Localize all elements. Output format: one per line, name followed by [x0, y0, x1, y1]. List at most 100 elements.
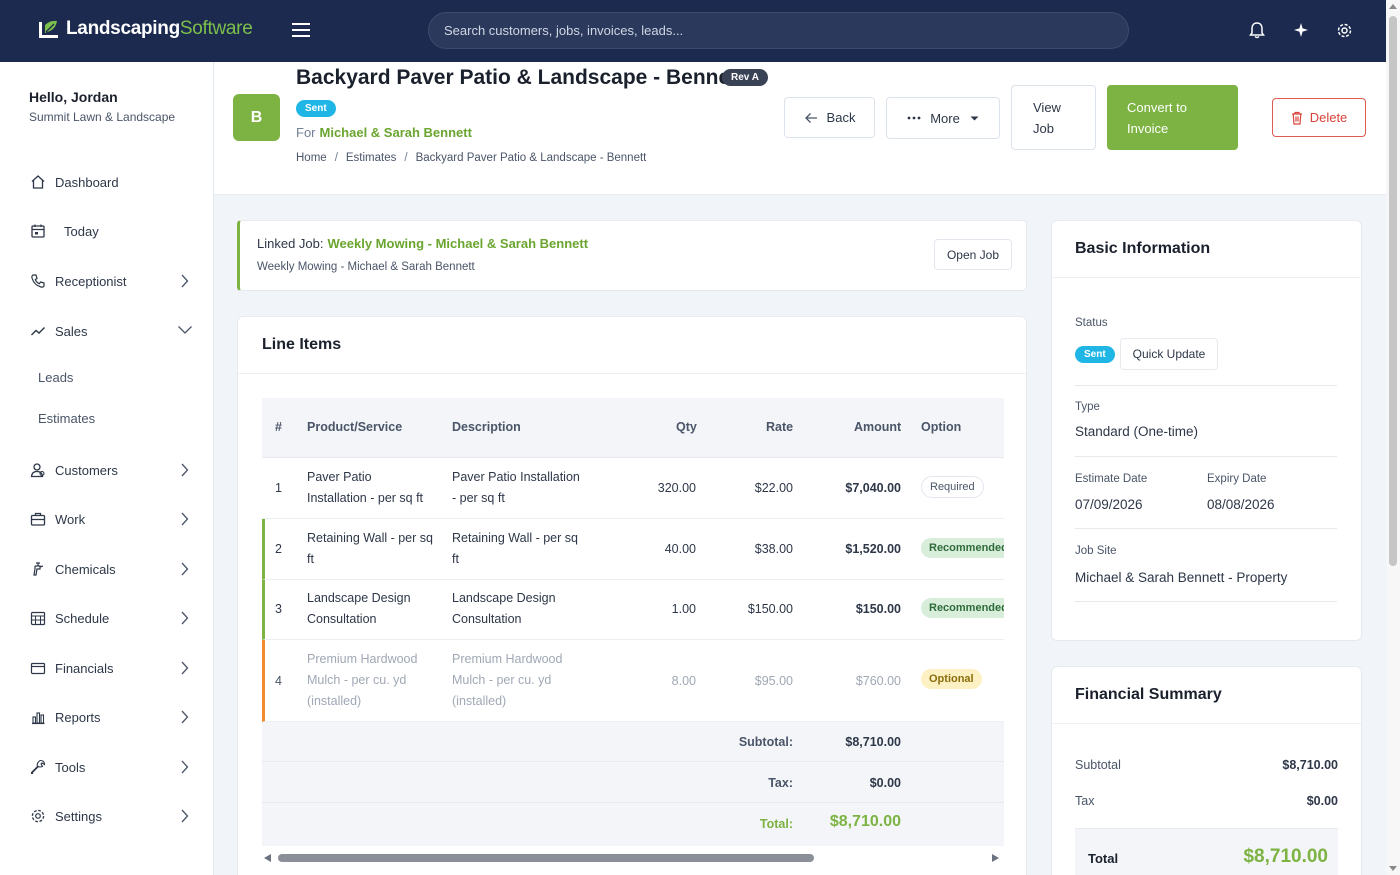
sidebar-item-settings[interactable]: Settings [29, 807, 189, 825]
chevron-right-icon[interactable] [180, 661, 189, 675]
chevron-right-icon[interactable] [180, 710, 189, 724]
more-button[interactable]: More [886, 97, 1000, 139]
row-product: Landscape Design Consultation [307, 588, 411, 630]
description-line: Mulch - per cu. yd [452, 673, 552, 687]
sidebar-item-label: Receptionist [55, 273, 127, 289]
job-site-value[interactable]: Michael & Sarah Bennett - Property [1075, 570, 1287, 585]
sidebar-item-work[interactable]: Work [29, 510, 189, 528]
sidebar-item-dashboard[interactable]: Dashboard [29, 173, 189, 191]
linked-job-link[interactable]: Weekly Mowing - Michael & Sarah Bennett [328, 236, 589, 251]
sidebar-item-schedule[interactable]: Schedule [29, 609, 189, 627]
chevron-down-icon[interactable] [177, 325, 193, 335]
col-rate[interactable]: Rate [766, 420, 793, 434]
row-rate: $95.00 [754, 674, 793, 688]
divider [1075, 385, 1337, 386]
fs-total-label: Total [1088, 851, 1119, 866]
description-line: Paver Patio Installation [452, 470, 580, 484]
option-badge: Recommended [921, 538, 1004, 558]
total-row: Total: $8,710.00 [262, 803, 1004, 846]
chevron-right-icon[interactable] [180, 274, 189, 288]
estimate-date-label: Estimate Date [1075, 473, 1148, 485]
col-product[interactable]: Product/Service [307, 420, 402, 434]
global-search-input[interactable]: Search customers, jobs, invoices, leads.… [428, 12, 1129, 49]
table-header: # Product/Service Description Qty Rate A… [262, 398, 1004, 458]
breadcrumb-home[interactable]: Home [296, 152, 327, 164]
table-row[interactable]: 4 Premium Hardwood Mulch - per cu. yd (i… [262, 640, 1004, 722]
chevron-right-icon[interactable] [180, 512, 189, 526]
sidebar-item-label: Sales [55, 323, 88, 339]
sidebar-item-reports[interactable]: Reports [29, 708, 189, 726]
description-line: Landscape Design [452, 591, 556, 605]
calendar-icon [29, 222, 47, 240]
description-line: ft [452, 552, 459, 566]
total-label: Total: [759, 817, 793, 831]
convert-label-1: Convert to [1127, 99, 1187, 115]
convert-to-invoice-button[interactable]: Convert to Invoice [1107, 85, 1238, 150]
sidebar-item-today[interactable]: Today [29, 222, 189, 240]
trend-icon [29, 322, 47, 340]
quick-update-button[interactable]: Quick Update [1120, 338, 1218, 370]
col-amount[interactable]: Amount [854, 420, 901, 434]
sidebar-item-estimates[interactable]: Estimates [38, 411, 95, 426]
sidebar-item-customers[interactable]: Customers [29, 461, 189, 479]
divider [1052, 723, 1361, 724]
product-line: Retaining Wall - per sq [307, 531, 433, 545]
open-job-button[interactable]: Open Job [934, 239, 1012, 270]
breadcrumb-current: Backyard Paver Patio & Landscape - Benne… [415, 152, 647, 164]
convert-label-2: Invoice [1127, 120, 1169, 136]
sidebar-item-leads[interactable]: Leads [38, 370, 73, 385]
sidebar-item-chemicals[interactable]: Chemicals [29, 560, 189, 578]
chevron-right-icon[interactable] [180, 562, 189, 576]
divider [238, 373, 1026, 374]
settings-gear-icon[interactable] [1334, 20, 1354, 40]
table-horizontal-scrollbar[interactable] [262, 850, 1004, 862]
col-qty[interactable]: Qty [676, 420, 697, 434]
row-num: 1 [275, 481, 282, 495]
row-product: Premium Hardwood Mulch - per cu. yd (ins… [307, 649, 417, 712]
scrollbar-thumb[interactable] [1389, 16, 1397, 566]
row-description: Landscape Design Consultation [452, 588, 556, 630]
page-vertical-scrollbar[interactable] [1386, 0, 1400, 875]
delete-button[interactable]: Delete [1272, 98, 1366, 137]
app-logo[interactable]: Landscaping Software [38, 18, 253, 40]
search-placeholder: Search customers, jobs, invoices, leads.… [444, 23, 684, 38]
view-job-button[interactable]: View Job [1011, 85, 1096, 150]
product-line: Consultation [307, 612, 377, 626]
row-num: 3 [275, 602, 282, 616]
fs-tax-label: Tax [1075, 794, 1095, 808]
tax-row: Tax: $0.00 [262, 762, 1004, 803]
table-row[interactable]: 2 Retaining Wall - per sq ft Retaining W… [262, 519, 1004, 580]
sidebar-item-financials[interactable]: Financials [29, 659, 189, 677]
sidebar-item-sales[interactable]: Sales [29, 322, 192, 340]
breadcrumb: Home / Estimates / Backyard Paver Patio … [296, 152, 646, 164]
breadcrumb-separator: / [334, 152, 338, 164]
bell-icon[interactable] [1247, 20, 1267, 40]
sidebar-item-label: Work [55, 511, 86, 527]
sparkle-icon[interactable] [1291, 20, 1311, 40]
chevron-right-icon[interactable] [180, 809, 189, 823]
row-num: 2 [275, 542, 282, 556]
line-items-title: Line Items [262, 336, 342, 353]
leaf-logo-icon [39, 20, 58, 38]
col-option[interactable]: Option [921, 420, 961, 434]
table-row[interactable]: 3 Landscape Design Consultation Landscap… [262, 580, 1004, 640]
wrench-icon [29, 758, 47, 776]
breadcrumb-estimates[interactable]: Estimates [346, 152, 397, 164]
total-value: $8,710.00 [829, 813, 901, 830]
chevron-right-icon[interactable] [180, 760, 189, 774]
delete-label: Delete [1309, 110, 1348, 125]
sidebar-item-receptionist[interactable]: Receptionist [29, 272, 189, 290]
table-row[interactable]: 1 Paver Patio Installation - per sq ft P… [262, 458, 1004, 519]
status-label: Status [1075, 317, 1108, 329]
option-badge: Optional [921, 669, 982, 689]
financial-summary-title: Financial Summary [1075, 686, 1222, 703]
sidebar-item-tools[interactable]: Tools [29, 758, 189, 776]
divider [1052, 277, 1361, 278]
sidebar-item-label: Dashboard [55, 174, 119, 190]
customer-link[interactable]: Michael & Sarah Bennett [320, 125, 472, 140]
back-button[interactable]: Back [784, 97, 875, 138]
menu-toggle-icon[interactable] [292, 20, 310, 40]
col-description[interactable]: Description [452, 420, 521, 434]
chevron-right-icon[interactable] [180, 463, 189, 477]
chevron-right-icon[interactable] [180, 611, 189, 625]
